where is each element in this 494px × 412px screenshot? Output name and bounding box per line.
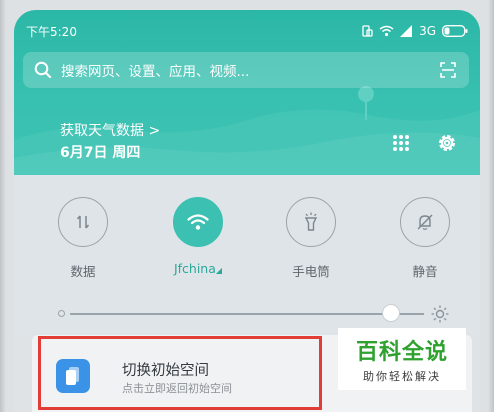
- network-type: 3G: [419, 24, 436, 38]
- red-highlight-box: [38, 336, 322, 410]
- toggle-flashlight[interactable]: 手电筒: [281, 197, 341, 280]
- phone-frame: 下午5:20 3G 搜索网页、设置、应用、视频... 获取天气数据 > 6月7日…: [0, 0, 494, 412]
- search-bar[interactable]: 搜索网页、设置、应用、视频...: [23, 52, 469, 88]
- toggle-data-circle: [58, 197, 108, 247]
- wifi-icon: [187, 214, 209, 230]
- notification-header: 下午5:20 3G 搜索网页、设置、应用、视频... 获取天气数据 > 6月7日…: [14, 10, 480, 175]
- toggle-flashlight-label: 手电筒: [292, 264, 330, 279]
- search-icon: [34, 61, 52, 79]
- toggle-wifi-label: Jfchina◢: [168, 261, 228, 276]
- header-actions: [392, 132, 458, 154]
- toggle-mute[interactable]: 静音: [395, 197, 455, 280]
- toggle-data-label: 数据: [70, 264, 96, 279]
- toggle-wifi[interactable]: Jfchina◢: [168, 197, 228, 276]
- watermark-brand: 百科全说: [355, 340, 448, 365]
- brightness-slider[interactable]: [58, 304, 449, 323]
- grid-icon[interactable]: [392, 134, 410, 152]
- toggle-mute-circle: [400, 197, 450, 247]
- watermark-tagline: 助你轻松解决: [363, 370, 441, 383]
- flashlight-icon: [304, 212, 318, 231]
- search-placeholder: 搜索网页、设置、应用、视频...: [61, 64, 250, 80]
- quick-settings-panel: 数据 Jfchina◢ 手电筒 静音: [14, 175, 480, 335]
- status-bar: 下午5:20 3G: [26, 20, 468, 42]
- scan-icon[interactable]: [439, 61, 457, 79]
- status-icons: 3G: [361, 24, 468, 38]
- brightness-min-icon: [58, 310, 65, 317]
- brightness-thumb[interactable]: [381, 304, 400, 322]
- weather-date: 6月7日 周四: [60, 145, 141, 161]
- toggle-data[interactable]: 数据: [53, 197, 113, 280]
- toggle-wifi-circle: [173, 197, 223, 247]
- data-arrows-icon: [76, 215, 90, 229]
- brightness-track[interactable]: [70, 313, 424, 315]
- toggle-flashlight-circle: [286, 197, 336, 247]
- signal-icon: [400, 25, 413, 37]
- battery-icon: [442, 25, 468, 37]
- dropdown-triangle-icon: ◢: [215, 266, 223, 275]
- mute-bell-icon: [417, 214, 433, 230]
- status-time: 下午5:20: [26, 24, 77, 39]
- gear-icon[interactable]: [436, 132, 458, 154]
- screen-rotate-icon: [362, 25, 373, 37]
- wifi-network-name: Jfchina: [173, 261, 216, 276]
- wifi-status-icon: [379, 25, 394, 37]
- watermark-logo: 百科全说 助你轻松解决: [338, 328, 466, 390]
- toggle-mute-label: 静音: [412, 264, 438, 279]
- weather-link[interactable]: 获取天气数据 >: [60, 120, 160, 142]
- weather-block[interactable]: 获取天气数据 > 6月7日 周四: [60, 120, 160, 164]
- brightness-sun-icon: [431, 305, 449, 323]
